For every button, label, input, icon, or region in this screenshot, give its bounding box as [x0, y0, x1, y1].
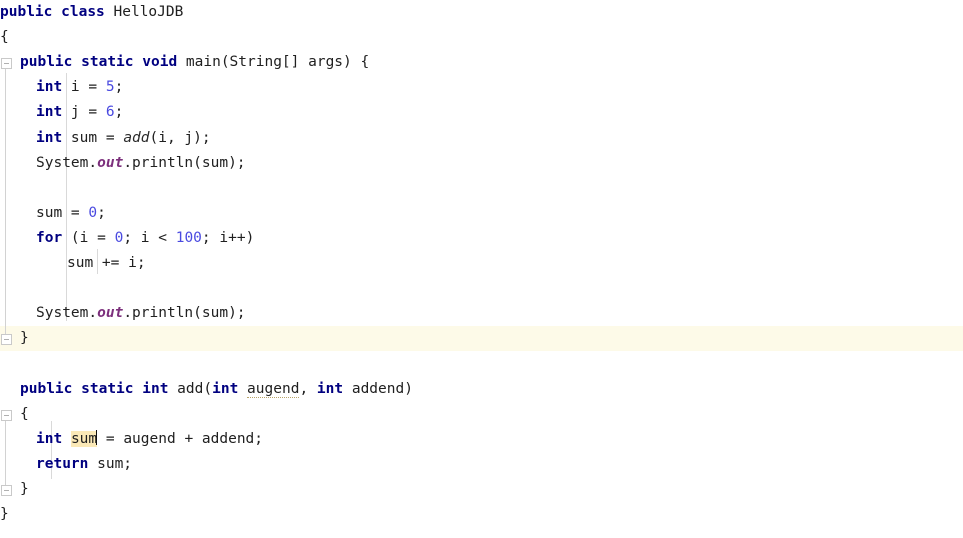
code-token-field: out — [97, 305, 124, 322]
code-token-id: add( — [168, 380, 213, 397]
code-fold-toggle-icon[interactable] — [1, 58, 12, 70]
code-token-id: ; i++) — [201, 229, 255, 246]
code-token-id: ; i < — [123, 229, 176, 246]
code-token-kw: static — [81, 54, 134, 71]
code-token-id: j = — [62, 104, 106, 121]
code-token-punct: { — [20, 405, 29, 422]
code-token-num: 100 — [175, 229, 202, 246]
code-editor[interactable]: public class HelloJDB { public static void… — [0, 0, 963, 538]
code-token-punct: { — [0, 29, 9, 46]
code-token-id: System. — [36, 305, 98, 322]
code-token-punct: ; — [114, 104, 124, 121]
code-token-num: 6 — [105, 104, 115, 121]
code-line[interactable]: { — [0, 402, 963, 427]
code-token-punct — [62, 431, 71, 447]
code-token-punct: } — [20, 330, 29, 347]
code-token-kw: int — [36, 430, 63, 447]
code-token-id: sum = — [62, 129, 124, 146]
code-token-id: (i = — [62, 229, 115, 246]
code-token-punct — [52, 4, 61, 20]
code-token-id: main(String[] args) { — [185, 54, 370, 71]
code-line[interactable]: for (i = 0; i < 100; i++) — [0, 226, 963, 251]
code-token-staticm: add — [123, 129, 150, 146]
code-token-punct: ; — [97, 204, 106, 221]
code-token-punct — [105, 4, 114, 20]
code-token-punct: } — [0, 506, 9, 522]
code-line[interactable] — [0, 176, 963, 201]
code-token-id: (i, j); — [149, 129, 211, 146]
code-token-kw: public — [20, 54, 73, 71]
code-token-punct — [72, 54, 81, 70]
code-token-punct — [72, 381, 81, 397]
code-token-punct — [177, 54, 186, 70]
code-line[interactable]: int i = 5; — [0, 75, 963, 100]
code-text-area[interactable]: public class HelloJDB { public static void… — [0, 0, 963, 538]
code-token-punct — [238, 381, 247, 397]
code-line[interactable]: sum = 0; — [0, 201, 963, 226]
code-line[interactable]: sum += i; — [0, 251, 963, 276]
code-token-id: sum = — [36, 204, 89, 221]
code-token-kw: public — [20, 380, 73, 397]
code-token-kw: return — [36, 455, 89, 472]
code-token-id: .println(sum); — [123, 305, 246, 322]
code-token-id: , — [299, 380, 317, 397]
fold-gutter-stem — [5, 62, 6, 334]
code-line[interactable]: System.out.println(sum); — [0, 151, 963, 176]
code-token-punct: ; — [114, 79, 124, 96]
code-token-id: addend) — [343, 380, 413, 397]
code-token-id: .println(sum); — [123, 154, 246, 171]
code-line[interactable]: System.out.println(sum); — [0, 301, 963, 326]
code-token-field: out — [97, 154, 124, 171]
code-line[interactable]: int sum = augend + addend; — [0, 427, 963, 452]
code-token-kw: int — [36, 79, 63, 96]
code-token-id: sum; — [88, 455, 133, 472]
code-token-num: 0 — [88, 204, 98, 221]
code-token-punct — [134, 381, 143, 397]
code-fold-toggle-icon[interactable] — [1, 334, 12, 346]
code-fold-toggle-icon[interactable] — [1, 409, 12, 421]
code-line[interactable]: return sum; — [0, 452, 963, 477]
code-token-punct: } — [20, 480, 29, 497]
code-token-kw: int — [142, 380, 169, 397]
code-line[interactable] — [0, 276, 963, 301]
code-token-id: = augend + addend; — [97, 430, 264, 447]
code-token-id: HelloJDB — [113, 4, 184, 20]
code-token-id: System. — [36, 154, 98, 171]
code-token-kw: int — [36, 104, 63, 121]
code-token-id: sum += i; — [67, 255, 146, 271]
code-token-kw: static — [81, 380, 134, 397]
code-token-id: i = — [62, 79, 106, 96]
code-line[interactable]: public static void main(String[] args) { — [0, 50, 963, 75]
code-line[interactable]: { — [0, 25, 963, 50]
code-token-kw: for — [36, 229, 63, 246]
code-token-punct — [134, 54, 143, 70]
fold-gutter-stem — [5, 412, 6, 485]
code-token-kw: int — [316, 380, 344, 397]
code-line[interactable]: } — [0, 502, 963, 527]
code-line[interactable]: public class HelloJDB — [0, 0, 963, 25]
code-line[interactable] — [0, 351, 963, 376]
code-token-warnparam: augend — [247, 380, 300, 398]
code-token-kw: int — [36, 129, 63, 146]
code-token-num: 5 — [105, 79, 115, 96]
code-token-kw: public — [0, 4, 53, 20]
code-fold-toggle-icon[interactable] — [1, 484, 12, 496]
code-line[interactable]: int sum = add(i, j); — [0, 126, 963, 151]
code-line[interactable]: } — [0, 326, 963, 352]
code-line[interactable]: int j = 6; — [0, 100, 963, 125]
code-line[interactable]: } — [0, 477, 963, 502]
code-token-occ: sum — [70, 430, 98, 447]
code-token-kw: void — [142, 54, 178, 71]
code-token-kw: class — [61, 4, 105, 20]
code-line[interactable]: public static int add(int augend, int ad… — [0, 377, 963, 402]
code-token-kw: int — [212, 380, 239, 397]
